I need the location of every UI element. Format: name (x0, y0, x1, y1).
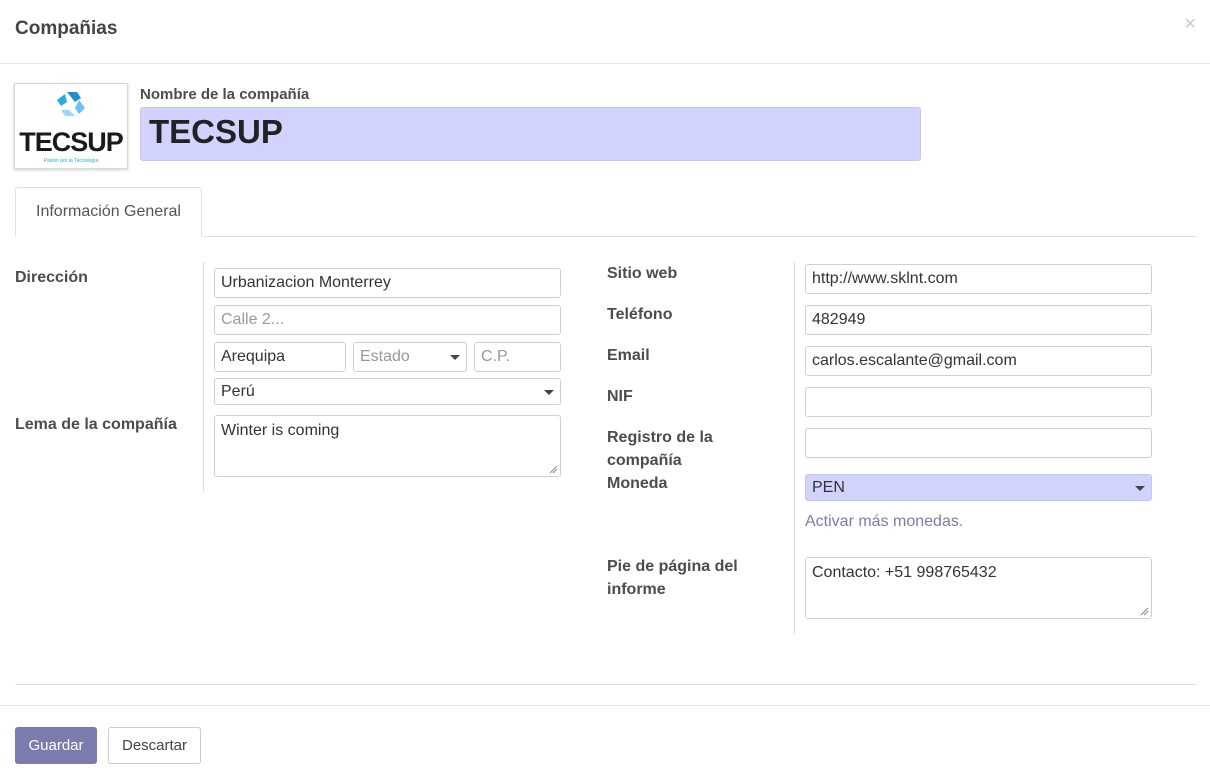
email-input[interactable]: carlos.escalante@gmail.com (805, 346, 1152, 376)
tab-general-info[interactable]: Información General (15, 187, 202, 237)
svg-text:Pasión por la Tecnología: Pasión por la Tecnología (44, 158, 99, 164)
street-input[interactable]: Urbanizacion Monterrey (214, 268, 561, 298)
state-select-placeholder: Estado (360, 348, 410, 365)
discard-button[interactable]: Descartar (108, 727, 201, 764)
website-label: Sitio web (607, 265, 678, 282)
email-label: Email (607, 347, 650, 364)
right-column-separator (794, 262, 795, 634)
content-divider (15, 684, 1197, 685)
company-registry-input[interactable] (805, 428, 1152, 458)
state-select[interactable]: Estado (353, 342, 467, 372)
vat-label: NIF (607, 388, 633, 405)
company-name-label: Nombre de la compañía (140, 86, 310, 103)
resize-grip-icon[interactable] (1140, 607, 1149, 616)
close-icon[interactable]: × (1184, 14, 1196, 34)
website-input[interactable]: http://www.sklnt.com (805, 264, 1152, 294)
company-registry-label: Registro de la compañía (607, 429, 713, 469)
company-tagline-value: Winter is coming (221, 422, 340, 439)
report-footer-label: Pie de página del informe (607, 558, 738, 598)
currency-select[interactable]: PEN (805, 474, 1152, 501)
currency-select-value: PEN (812, 479, 845, 496)
company-tagline-label: Lema de la compañía (15, 416, 177, 433)
report-footer-value: Contacto: +51 998765432 (812, 564, 997, 581)
city-input[interactable]: Arequipa (214, 342, 346, 372)
chevron-down-icon (450, 355, 460, 360)
chevron-down-icon (544, 390, 554, 395)
activate-more-currencies-link[interactable]: Activar más monedas. (805, 513, 963, 531)
save-button[interactable]: Guardar (15, 727, 97, 764)
resize-grip-icon[interactable] (549, 465, 558, 474)
address-label: Dirección (15, 269, 88, 286)
svg-text:TECSUP: TECSUP (19, 127, 124, 157)
phone-label: Teléfono (607, 306, 673, 323)
company-name-input[interactable]: TECSUP (140, 107, 921, 161)
modal-footer-divider (0, 705, 1210, 706)
company-tagline-textarea[interactable]: Winter is coming (214, 415, 561, 477)
currency-label: Moneda (607, 475, 668, 492)
chevron-down-icon (1135, 486, 1145, 491)
country-select-value: Perú (221, 383, 255, 400)
company-logo[interactable]: TECSUP Pasión por la Tecnología (14, 83, 128, 169)
zip-input[interactable]: C.P. (474, 342, 561, 372)
street2-input[interactable]: Calle 2... (214, 305, 561, 335)
modal-title: Compañias (15, 18, 118, 39)
tecsup-logo-image: TECSUP Pasión por la Tecnología (19, 92, 125, 164)
phone-input[interactable]: 482949 (805, 305, 1152, 335)
modal-header: Compañias × (0, 0, 1210, 64)
vat-input[interactable] (805, 387, 1152, 417)
country-select[interactable]: Perú (214, 378, 561, 405)
report-footer-textarea[interactable]: Contacto: +51 998765432 (805, 557, 1152, 619)
left-column-separator (203, 262, 204, 492)
